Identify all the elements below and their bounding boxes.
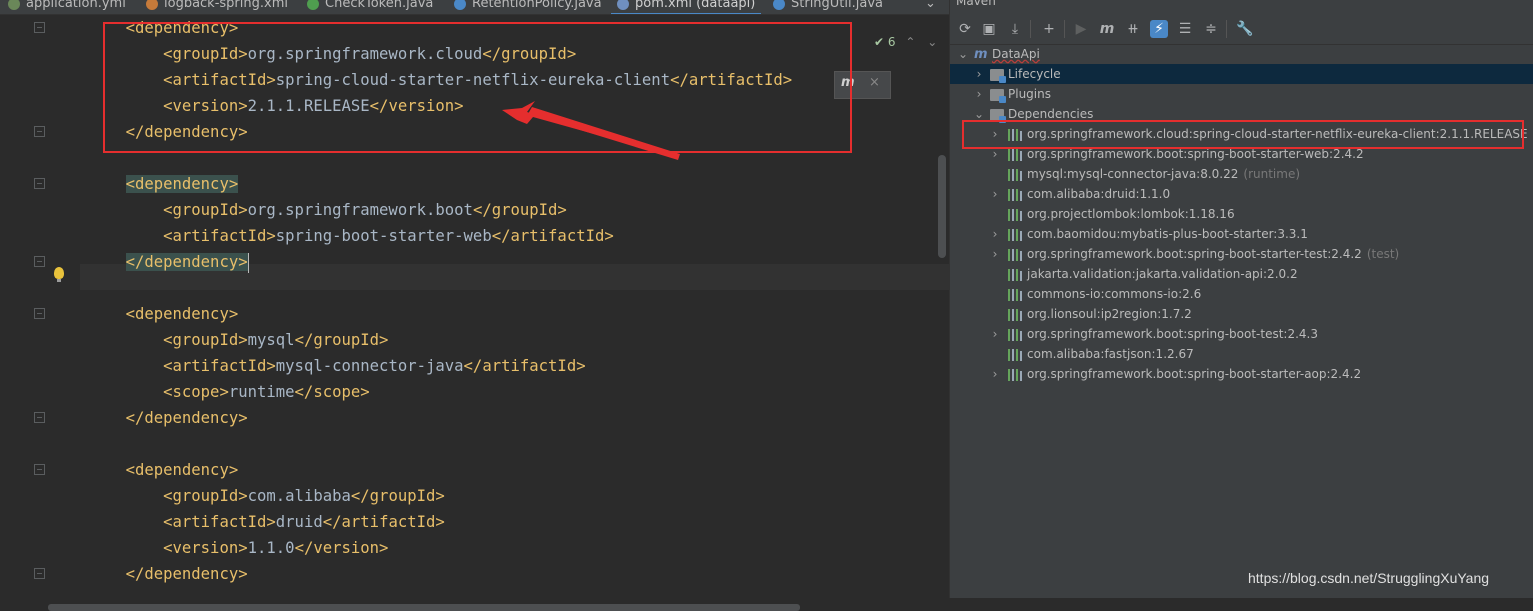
annotation-arrow <box>502 101 680 160</box>
watermark-url: https://blog.csdn.net/StrugglingXuYang <box>1248 570 1490 586</box>
horizontal-scrollbar[interactable] <box>48 604 800 611</box>
arrow-shaft <box>528 107 680 160</box>
